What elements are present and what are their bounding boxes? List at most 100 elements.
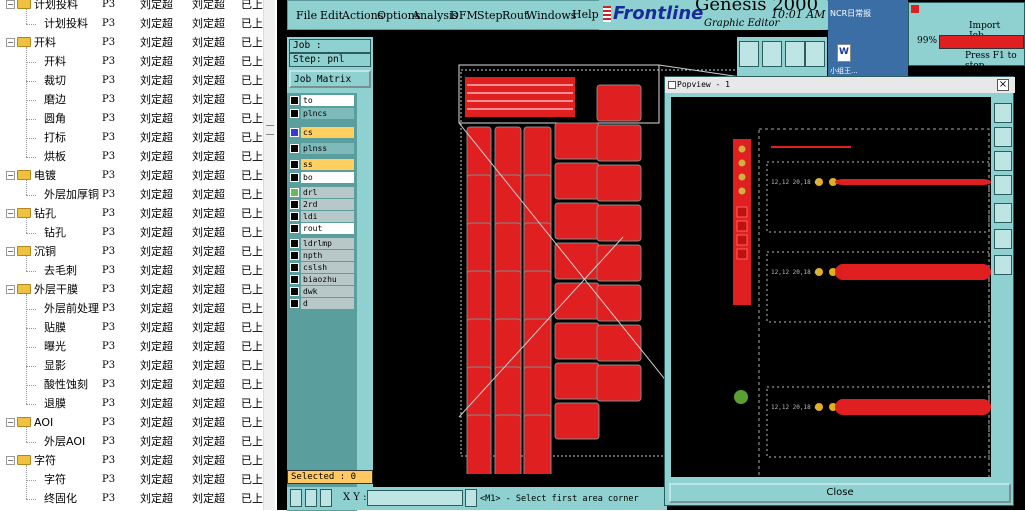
tool-button-1[interactable]: [739, 41, 759, 67]
status-tool-4[interactable]: [465, 489, 477, 507]
tree-row[interactable]: 烘板 P3 刘定超 刘定超 已上Ri: [0, 147, 263, 166]
menu-windows[interactable]: Windows: [526, 9, 576, 22]
layer-checkbox[interactable]: [290, 287, 299, 296]
tree-row[interactable]: 去毛刺 P3 刘定超 刘定超 已上Ri: [0, 261, 263, 280]
layer-row-rout[interactable]: rout: [289, 223, 355, 234]
tree-row[interactable]: 外层AOI P3 刘定超 刘定超 已上Ri: [0, 432, 263, 451]
collapse-toggle-icon[interactable]: −: [6, 208, 15, 218]
collapse-toggle-icon[interactable]: −: [6, 37, 15, 47]
layer-row-cslsh[interactable]: cslsh: [289, 262, 355, 273]
scroll-grip[interactable]: [266, 125, 274, 135]
layer-checkbox[interactable]: [290, 212, 299, 221]
import-hint: Press F1 to stop: [965, 51, 1017, 71]
tree-group-row[interactable]: − 沉铜 P3 刘定超 刘定超 已上Ri: [0, 242, 263, 261]
layer-row-plnss[interactable]: plnss: [289, 143, 355, 154]
pv-tool-1[interactable]: [994, 103, 1012, 123]
layer-row-dwk[interactable]: dwk: [289, 286, 355, 297]
tool-button-3[interactable]: [785, 41, 805, 67]
layer-checkbox[interactable]: [290, 160, 299, 169]
collapse-toggle-icon[interactable]: −: [6, 170, 15, 180]
tree-group-row[interactable]: − 字符 P3 刘定超 刘定超 已上Ri: [0, 451, 263, 470]
tree-label: 钻孔: [34, 207, 56, 220]
layer-row-ss[interactable]: ss: [289, 159, 355, 170]
tree-row[interactable]: 字符 P3 刘定超 刘定超 已上Ri: [0, 470, 263, 489]
menu-dfm[interactable]: DFM: [450, 9, 478, 22]
close-icon[interactable]: ×: [997, 79, 1009, 91]
tree-row[interactable]: 外层前处理P3 刘定超 刘定超 已上Ri: [0, 299, 263, 318]
layer-row-npth[interactable]: npth: [289, 250, 355, 261]
layer-checkbox[interactable]: [290, 109, 299, 118]
pv-tool-2[interactable]: [994, 127, 1012, 147]
layer-checkbox[interactable]: [290, 144, 299, 153]
tree-group-row[interactable]: − 计划投料 P3 刘定超 刘定超 已上Ri: [0, 0, 263, 14]
tree-row[interactable]: 圆角 P3 刘定超 刘定超 已上Ri: [0, 109, 263, 128]
status-tool-2[interactable]: [305, 489, 317, 507]
menu-file[interactable]: File: [296, 9, 317, 22]
layer-checkbox[interactable]: [290, 263, 299, 272]
tree-row[interactable]: 退膜 P3 刘定超 刘定超 已上Ri: [0, 394, 263, 413]
menu-edit[interactable]: Edit: [320, 9, 343, 22]
tree-row[interactable]: 显影 P3 刘定超 刘定超 已上Ri: [0, 356, 263, 375]
layer-row-drl[interactable]: drl: [289, 187, 355, 198]
layer-row-2rd[interactable]: 2rd: [289, 199, 355, 210]
collapse-toggle-icon[interactable]: −: [6, 246, 15, 256]
tree-row[interactable]: 开料 P3 刘定超 刘定超 已上Ri: [0, 52, 263, 71]
help-menu[interactable]: Help: [572, 8, 599, 21]
pv-tool-6[interactable]: [994, 229, 1012, 249]
pv-tool-7[interactable]: [994, 255, 1012, 275]
tree-row[interactable]: 酸性蚀刻 P3 刘定超 刘定超 已上Ri: [0, 375, 263, 394]
job-matrix-button[interactable]: Job Matrix ...: [289, 70, 371, 101]
status-tool-1[interactable]: [290, 489, 302, 507]
layer-checkbox[interactable]: [290, 200, 299, 209]
tree-row[interactable]: 曝光 P3 刘定超 刘定超 已上Ri: [0, 337, 263, 356]
tree-row[interactable]: 磨边 P3 刘定超 刘定超 已上Ri: [0, 90, 263, 109]
layer-checkbox[interactable]: [290, 239, 299, 248]
tree-group-row[interactable]: − 电镀 P3 刘定超 刘定超 已上Ri: [0, 166, 263, 185]
layer-row-to[interactable]: to: [289, 95, 355, 106]
layer-row-plncs[interactable]: plncs: [289, 108, 355, 119]
layer-checkbox[interactable]: [290, 188, 299, 197]
collapse-toggle-icon[interactable]: −: [6, 284, 15, 294]
layer-row-d[interactable]: d: [289, 298, 355, 309]
tree-row[interactable]: 终固化 P3 刘定超 刘定超 已上Ri: [0, 489, 263, 508]
layer-row-ldi[interactable]: ldi: [289, 211, 355, 222]
layer-checkbox[interactable]: [290, 251, 299, 260]
collapse-toggle-icon[interactable]: −: [6, 455, 15, 465]
layer-row-biaozhu[interactable]: biaozhu: [289, 274, 355, 285]
layer-checkbox[interactable]: [290, 173, 299, 182]
tree-row[interactable]: 外层加厚铜P3 刘定超 刘定超 已上Ri: [0, 185, 263, 204]
layer-row-ldrlmp[interactable]: ldrlmp: [289, 238, 355, 249]
pv-tool-3[interactable]: [994, 151, 1012, 171]
collapse-toggle-icon[interactable]: −: [6, 0, 15, 9]
tool-button-4[interactable]: [805, 41, 825, 67]
menu-step[interactable]: Step: [477, 9, 503, 22]
tree-row[interactable]: 裁切 P3 刘定超 刘定超 已上Ri: [0, 71, 263, 90]
tree-row[interactable]: 计划投料 P3 刘定超 刘定超 已上Ri: [0, 14, 263, 33]
layer-checkbox[interactable]: [290, 96, 299, 105]
pv-tool-5[interactable]: [994, 203, 1012, 223]
status-tool-3[interactable]: [320, 489, 332, 507]
popview-menu-icon[interactable]: [668, 81, 676, 89]
tree-group-row[interactable]: − 外层干膜 P3 刘定超 刘定超 已上Ri: [0, 280, 263, 299]
tree-group-row[interactable]: − AOI P3 刘定超 刘定超 已上Ri: [0, 413, 263, 432]
tree-group-row[interactable]: − 开料 P3 刘定超 刘定超 已上Ri: [0, 33, 263, 52]
layer-row-cs[interactable]: cs: [289, 127, 355, 138]
tree-scrollbar[interactable]: [263, 0, 275, 510]
layer-checkbox[interactable]: [290, 275, 299, 284]
pv-tool-4[interactable]: [994, 175, 1012, 195]
trace: [835, 179, 991, 185]
xy-field[interactable]: [367, 490, 463, 506]
tree-group-row[interactable]: − 钻孔 P3 刘定超 刘定超 已上Ri: [0, 204, 263, 223]
tool-button-2[interactable]: [762, 41, 782, 67]
layer-checkbox[interactable]: [290, 299, 299, 308]
layer-checkbox[interactable]: [290, 224, 299, 233]
close-button[interactable]: Close: [669, 483, 1011, 503]
menu-rout[interactable]: Rout: [502, 9, 528, 22]
tree-row[interactable]: 钻孔 P3 刘定超 刘定超 已上Ri: [0, 223, 263, 242]
tree-row[interactable]: 打标 P3 刘定超 刘定超 已上Ri: [0, 128, 263, 147]
collapse-toggle-icon[interactable]: −: [6, 417, 15, 427]
popview-canvas[interactable]: 12,12 20,18 e 12,12 20,18 e 12,12 20,18 e: [671, 97, 991, 490]
layer-row-bo[interactable]: bo: [289, 172, 355, 183]
layer-checkbox[interactable]: [290, 128, 299, 137]
tree-row[interactable]: 贴膜 P3 刘定超 刘定超 已上Ri: [0, 318, 263, 337]
